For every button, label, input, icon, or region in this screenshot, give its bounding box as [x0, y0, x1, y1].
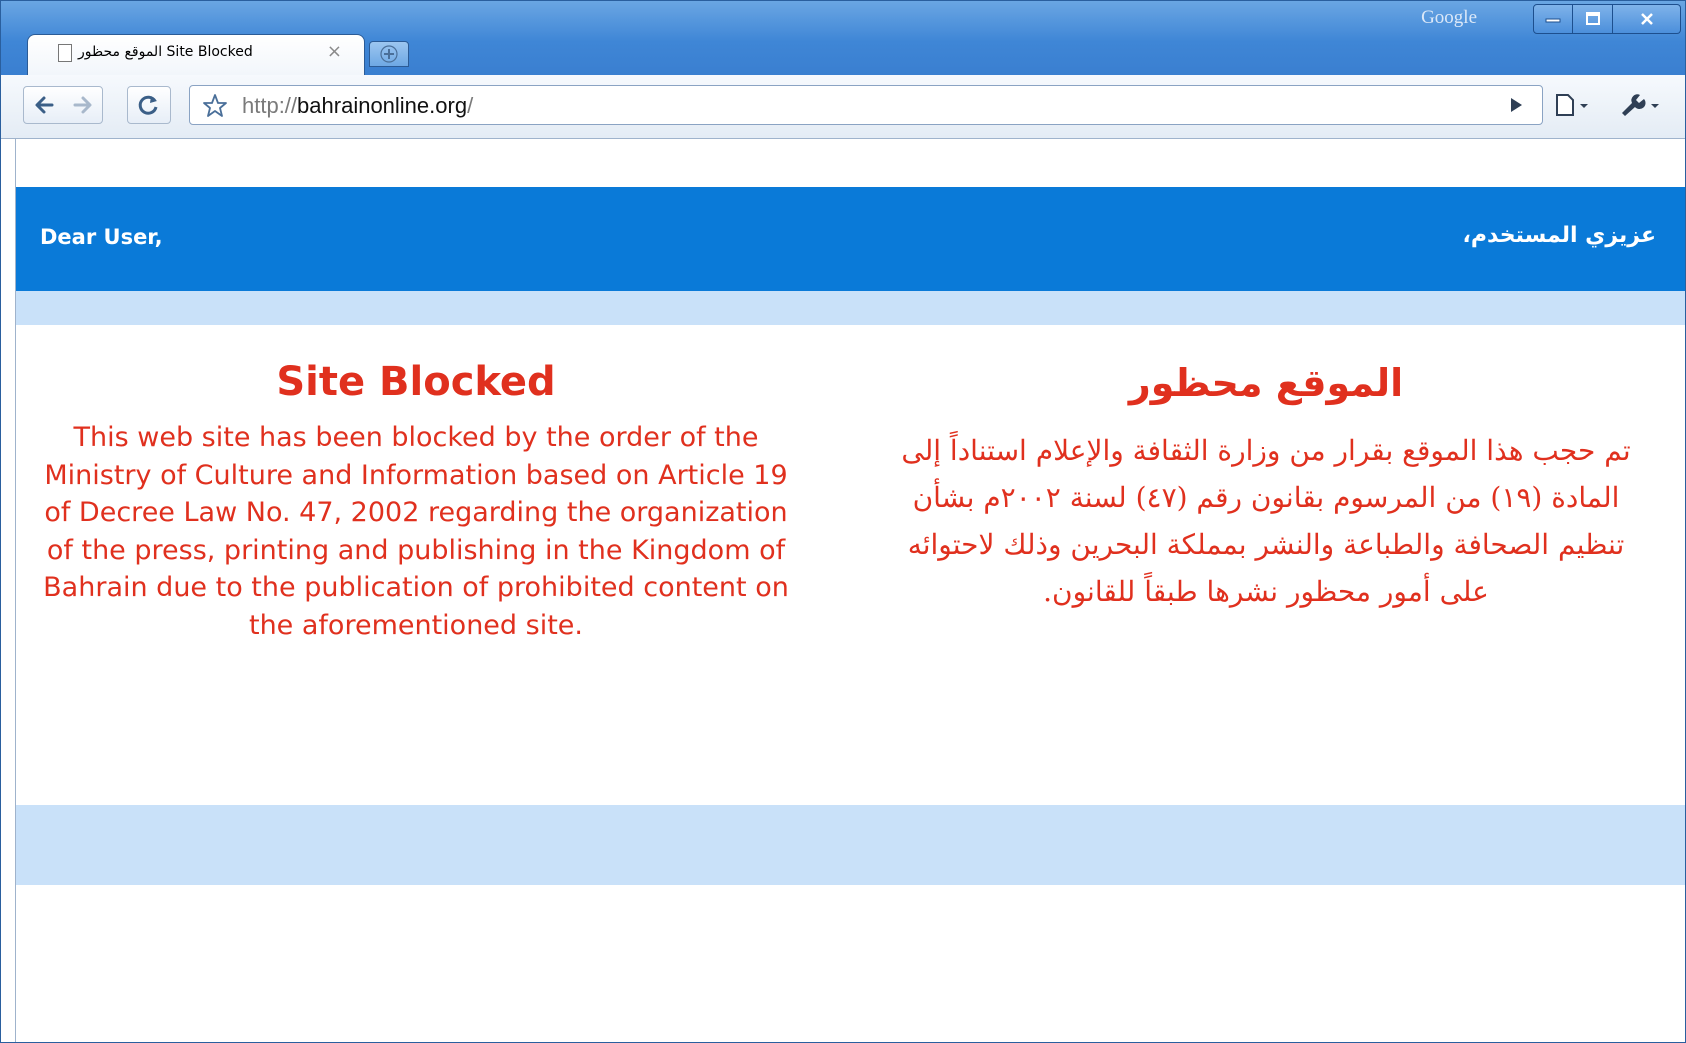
toolbar: http://bahrainonline.org/: [1, 75, 1685, 139]
plus-icon: [380, 45, 398, 63]
go-button[interactable]: [1499, 89, 1533, 121]
url-host: bahrainonline.org: [297, 93, 468, 118]
body-arabic: تم حجب هذا الموقع بقرار من وزارة الثقافة…: [901, 434, 1631, 608]
maximize-icon: [1585, 12, 1600, 25]
page-menu-button[interactable]: [1549, 89, 1597, 121]
new-tab-button[interactable]: [369, 41, 409, 67]
maximize-button[interactable]: [1573, 4, 1613, 34]
header-divider-band: [16, 291, 1685, 325]
star-icon: [203, 94, 227, 117]
heading-english: Site Blocked: [276, 359, 556, 405]
reload-icon: [138, 95, 158, 115]
greeting-header: Dear User, عزيزي المستخدم،: [16, 187, 1685, 291]
back-forward-group: [23, 86, 103, 124]
greeting-english: Dear User,: [40, 225, 163, 249]
reload-button[interactable]: [127, 86, 171, 124]
page-icon: [58, 44, 72, 62]
footer-band: [16, 805, 1685, 885]
forward-button[interactable]: [63, 94, 102, 116]
close-icon: [1640, 13, 1653, 25]
brand-label: Google: [1421, 7, 1477, 28]
tab-title: الموقع محظور Site Blocked: [78, 44, 253, 60]
back-button[interactable]: [24, 94, 63, 116]
address-bar[interactable]: http://bahrainonline.org/: [189, 85, 1543, 125]
title-bar: Google الموقع محظور Site Blocked ×: [1, 1, 1685, 75]
close-window-button[interactable]: [1613, 4, 1681, 34]
url-scheme: http://: [242, 93, 298, 118]
wrench-menu-button[interactable]: [1615, 89, 1667, 121]
url-text: http://bahrainonline.org/: [242, 93, 473, 119]
heading-arabic: الموقع محظور: [1128, 361, 1404, 405]
page-content: Dear User, عزيزي المستخدم، Site Blocked …: [15, 139, 1685, 1042]
forward-arrow-icon: [73, 96, 91, 114]
url-path: /: [467, 93, 474, 118]
bookmark-star-button[interactable]: [202, 93, 228, 123]
browser-window: Google الموقع محظور Site Blocked × http:…: [0, 0, 1686, 1043]
minimize-icon: [1545, 18, 1561, 23]
play-icon: [1511, 98, 1522, 112]
page-menu-icon: [1556, 94, 1588, 116]
body-english: This web site has been blocked by the or…: [43, 422, 789, 641]
tab-active[interactable]: الموقع محظور Site Blocked ×: [27, 34, 365, 75]
greeting-arabic: عزيزي المستخدم،: [1462, 223, 1656, 248]
wrench-icon: [1622, 94, 1659, 116]
back-arrow-icon: [35, 96, 53, 114]
arabic-message: الموقع محظور تم حجب هذا الموقع بقرار من …: [886, 361, 1646, 615]
minimize-button[interactable]: [1533, 4, 1573, 34]
english-message: Site Blocked This web site has been bloc…: [36, 359, 796, 644]
tab-close-icon[interactable]: ×: [327, 41, 342, 62]
window-controls: [1533, 4, 1681, 36]
